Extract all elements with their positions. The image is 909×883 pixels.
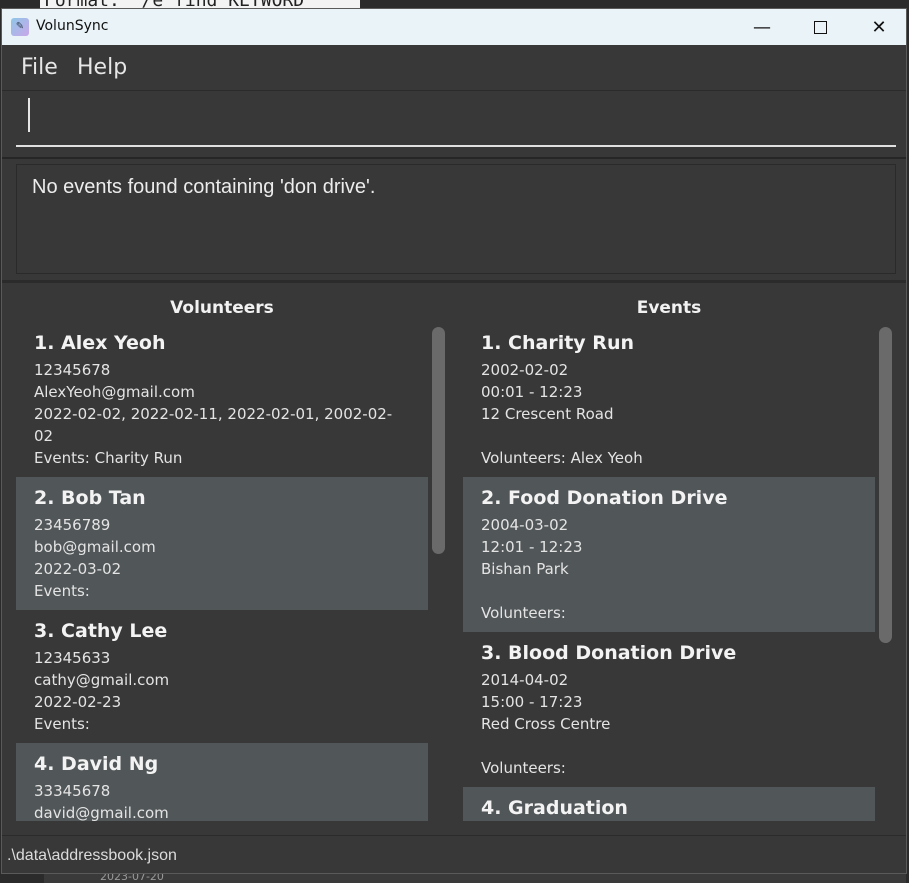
volunteer-name: 1. Alex Yeoh [34,332,166,354]
event-volunteers: Volunteers: [481,759,566,777]
volunteer-name: 3. Cathy Lee [34,620,168,642]
minimize-icon: — [753,16,771,38]
window-title: VolunSync [36,18,109,34]
volunteer-email: cathy@gmail.com [34,671,170,689]
event-list-scrollbar[interactable] [879,327,892,643]
volunteer-phone: 12345678 [34,361,111,379]
event-volunteers: Volunteers: [481,604,566,622]
event-time: 12:01 - 12:23 [481,538,583,556]
result-display: No events found containing 'don drive'. [16,164,896,274]
volunteer-dates: 2022-02-02, 2022-02-11, 2022-02-01, 2002… [34,405,393,445]
volunteer-phone: 23456789 [34,516,111,534]
command-area [2,91,906,159]
event-time: 00:01 - 12:23 [481,383,583,401]
volunteer-events: Events: [34,582,90,600]
menu-file[interactable]: File [21,55,58,80]
event-name: 1. Charity Run [481,332,634,354]
volunteer-email: bob@gmail.com [34,538,156,556]
volunteer-events: Events: Charity Run [34,449,183,467]
save-file-path: .\data\addressbook.json [7,847,177,864]
volunteer-email: david@gmail.com [34,804,169,821]
event-name: 4. Graduation [481,797,628,819]
volunteer-name: 2. Bob Tan [34,487,146,509]
volunteer-dates: 2022-03-02 [34,560,122,578]
volunteers-title: Volunteers [170,298,274,318]
result-message: No events found containing 'don drive'. [32,176,376,198]
volunteer-list[interactable]: 1. Alex Yeoh 12345678 AlexYeoh@gmail.com… [16,322,428,821]
command-input[interactable] [16,103,896,147]
volunteer-card[interactable]: 2. Bob Tan 23456789 bob@gmail.com 2022-0… [16,477,428,610]
volunteer-phone: 33345678 [34,782,111,800]
volunteer-card[interactable]: 1. Alex Yeoh 12345678 AlexYeoh@gmail.com… [16,322,428,477]
volunteer-events: Events: [34,715,90,733]
event-location: 12 Crescent Road [481,405,614,423]
volunteer-list-scrollbar[interactable] [432,327,445,554]
event-spacer [481,735,857,757]
event-spacer [481,580,857,602]
event-location: Bishan Park [481,560,569,578]
event-date: 2002-02-02 [481,361,569,379]
volunteer-phone: 12345633 [34,649,111,667]
text-cursor [28,98,30,132]
event-location: Red Cross Centre [481,715,611,733]
divider [2,280,906,283]
event-spacer [481,425,857,447]
events-title: Events [636,298,702,318]
event-card[interactable]: 4. Graduation [463,787,875,821]
event-date: 2014-04-02 [481,671,569,689]
event-name: 2. Food Donation Drive [481,487,728,509]
event-list[interactable]: 1. Charity Run 2002-02-02 00:01 - 12:23 … [463,322,875,821]
status-bar: .\data\addressbook.json [2,835,906,873]
maximize-icon [813,20,827,34]
event-time: 15:00 - 17:23 [481,693,583,711]
close-button[interactable]: ✕ [850,9,906,45]
maximize-button[interactable] [791,9,849,45]
volunteer-dates: 2022-02-23 [34,693,122,711]
volunteer-name: 4. David Ng [34,753,159,775]
menu-help[interactable]: Help [77,55,127,80]
event-card[interactable]: 2. Food Donation Drive 2004-03-02 12:01 … [463,477,875,632]
event-volunteers: Volunteers: Alex Yeoh [481,449,643,467]
event-card[interactable]: 3. Blood Donation Drive 2014-04-02 15:00… [463,632,875,787]
menu-bar: File Help [2,45,906,91]
app-icon: ✎ [11,18,29,36]
event-card[interactable]: 1. Charity Run 2002-02-02 00:01 - 12:23 … [463,322,875,477]
volunteer-card[interactable]: 4. David Ng 33345678 david@gmail.com 202… [16,743,428,821]
event-name: 3. Blood Donation Drive [481,642,737,664]
close-icon: ✕ [871,16,887,38]
minimize-button[interactable]: — [733,9,791,45]
title-bar[interactable]: ✎ VolunSync — ✕ [2,9,906,45]
volunteer-email: AlexYeoh@gmail.com [34,383,195,401]
event-date: 2004-03-02 [481,516,569,534]
app-window: ✎ VolunSync — ✕ File Help No events foun… [1,8,907,874]
volunteer-card[interactable]: 3. Cathy Lee 12345633 cathy@gmail.com 20… [16,610,428,743]
